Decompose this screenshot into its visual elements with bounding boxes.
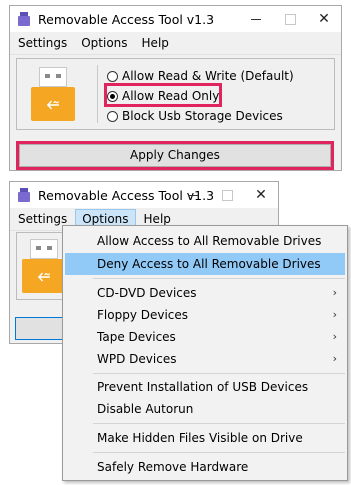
close-icon[interactable]: ✕	[244, 182, 278, 208]
app-icon	[18, 188, 30, 202]
title-bar[interactable]: Removable Access Tool v1.3 ✕	[10, 6, 341, 32]
menu-item-prevent-usb-install[interactable]: Prevent Installation of USB Devices	[65, 376, 345, 398]
menu-item-allow-access[interactable]: Allow Access to All Removable Drives	[65, 230, 345, 252]
maximize-icon[interactable]	[210, 182, 244, 208]
main-window: Removable Access Tool v1.3 ✕ Settings Op…	[9, 5, 342, 171]
minimize-icon[interactable]	[239, 6, 273, 32]
close-icon[interactable]: ✕	[307, 6, 341, 32]
options-menu: Allow Access to All Removable Drives Den…	[62, 225, 348, 481]
menu-item-disable-autorun[interactable]: Disable Autorun	[65, 398, 345, 420]
minimize-icon[interactable]	[176, 182, 210, 208]
menu-separator	[93, 423, 345, 424]
radio-label: Block Usb Storage Devices	[122, 109, 283, 123]
chevron-right-icon: ›	[332, 308, 337, 321]
app-icon	[18, 12, 30, 26]
read-only-highlight	[104, 83, 222, 107]
menu-separator	[93, 278, 345, 279]
window-title: Removable Access Tool v1.3	[38, 11, 215, 27]
radio-label: Allow Read & Write (Default)	[122, 69, 294, 83]
menu-item-floppy[interactable]: Floppy Devices ›	[65, 304, 345, 326]
menu-options[interactable]: Options	[75, 33, 133, 53]
radio-button[interactable]	[107, 110, 118, 122]
menu-bar: Settings Options Help	[10, 32, 341, 55]
chevron-right-icon: ›	[332, 286, 337, 299]
menu-item-deny-access[interactable]: Deny Access to All Removable Drives	[65, 253, 345, 275]
menu-help[interactable]: Help	[136, 33, 175, 53]
chevron-right-icon: ›	[332, 330, 337, 343]
access-mode-group: ⭉ Allow Read & Write (Default) Allow Rea…	[16, 58, 335, 130]
chevron-right-icon: ›	[332, 352, 337, 365]
menu-item-tape[interactable]: Tape Devices ›	[65, 326, 345, 348]
radio-block-usb[interactable]: Block Usb Storage Devices	[107, 108, 283, 124]
menu-item-cd-dvd[interactable]: CD-DVD Devices ›	[65, 282, 345, 304]
usb-drive-icon: ⭉	[22, 239, 66, 293]
menu-separator	[93, 452, 345, 453]
menu-item-safely-remove[interactable]: Safely Remove Hardware	[65, 456, 345, 478]
radio-button[interactable]	[107, 70, 118, 82]
divider	[97, 65, 98, 123]
radio-read-write[interactable]: Allow Read & Write (Default)	[107, 68, 294, 84]
menu-item-hidden-files[interactable]: Make Hidden Files Visible on Drive	[65, 427, 345, 449]
menu-settings[interactable]: Settings	[12, 33, 73, 53]
menu-item-wpd[interactable]: WPD Devices ›	[65, 348, 345, 370]
maximize-icon[interactable]	[273, 6, 307, 32]
menu-separator	[93, 373, 345, 374]
title-bar[interactable]: Removable Access Tool v1.3 ✕	[10, 182, 278, 208]
usb-drive-icon: ⭉	[31, 67, 75, 121]
apply-highlight	[16, 141, 334, 170]
